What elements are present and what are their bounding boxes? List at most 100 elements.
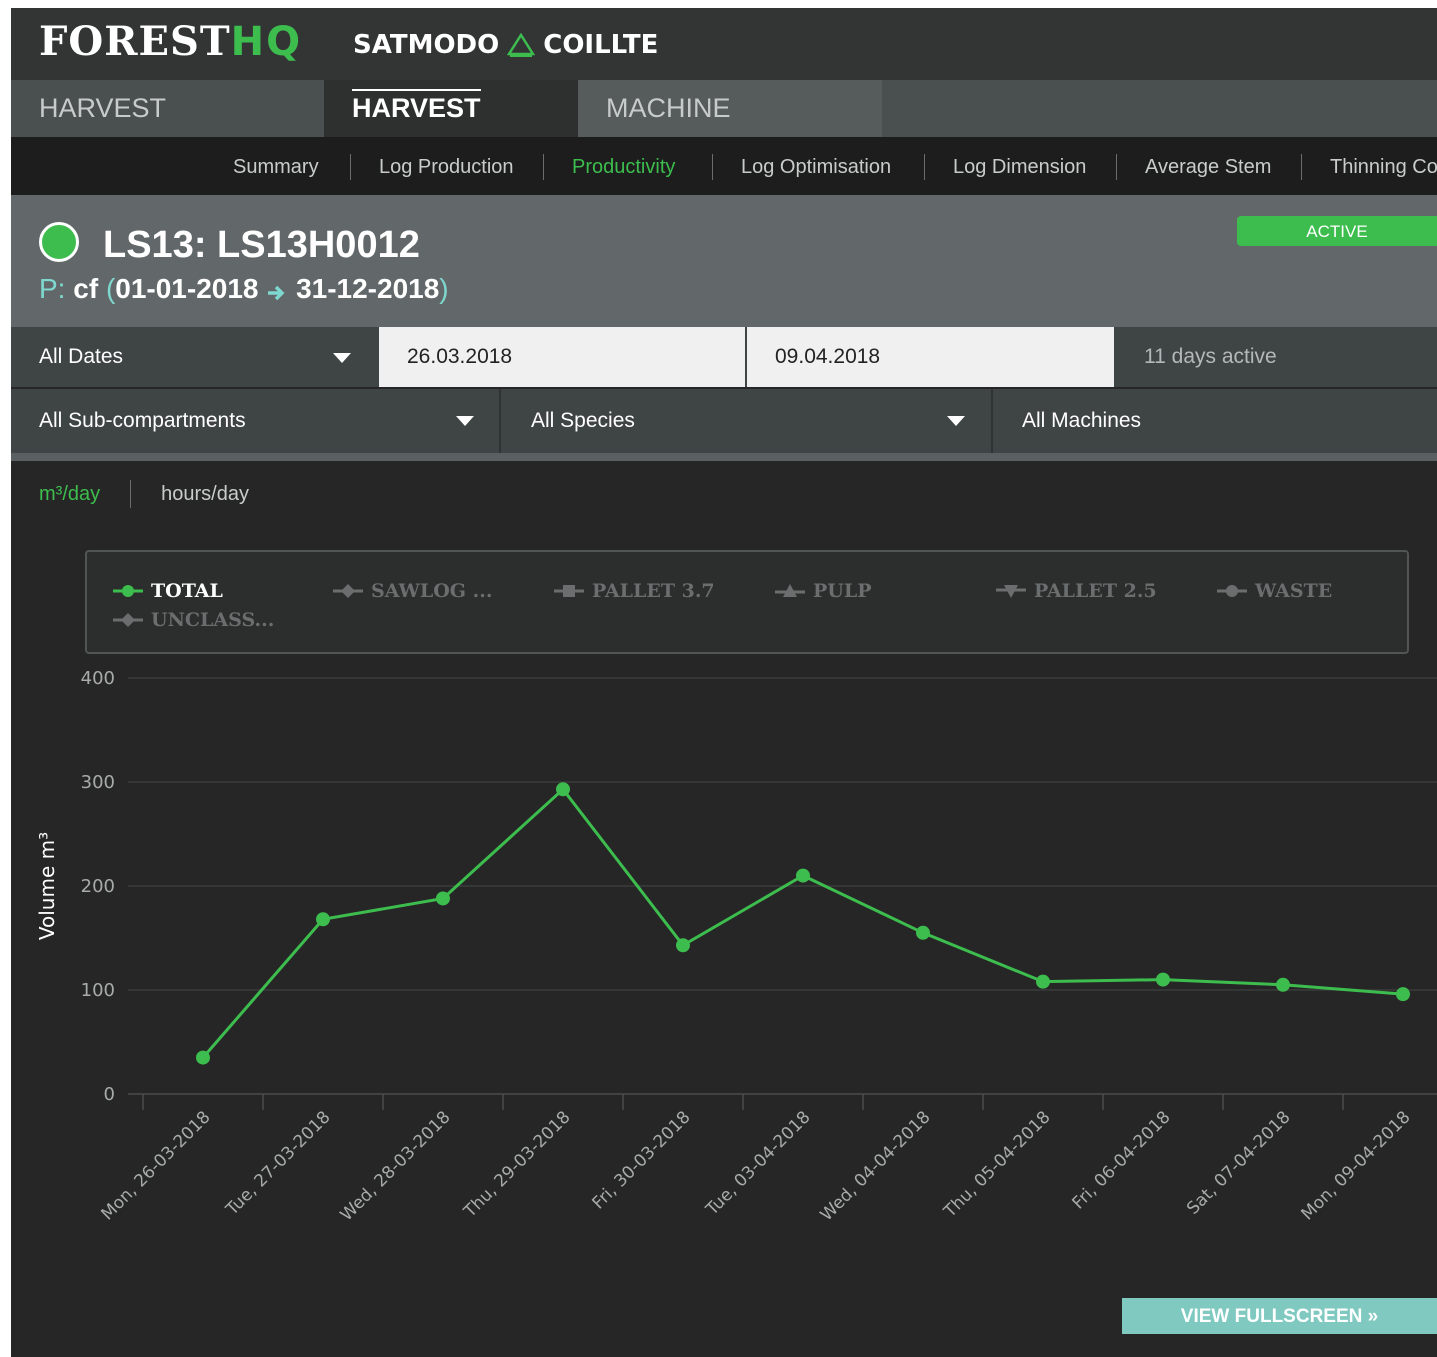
series-line — [201, 787, 1404, 1059]
coillte-brand: COILLTE — [543, 30, 659, 60]
legend-item-waste[interactable]: WASTE — [1217, 580, 1332, 602]
x-tick-label: Fri, 30-03-2018 — [589, 1107, 695, 1213]
sub-navigation: Summary Log Production Productivity Log … — [11, 137, 1437, 195]
foresthq-logo[interactable]: FORESTHQ — [39, 18, 302, 65]
legend-label: PALLET 3.7 — [592, 580, 715, 602]
x-tick-label: Thu, 29-03-2018 — [460, 1107, 575, 1222]
main-tabs: HARVEST SUMMARY HARVEST UNITS MACHINE AC… — [11, 80, 1437, 180]
data-point — [916, 925, 930, 940]
x-tick-label: Mon, 09-04-2018 — [1298, 1107, 1415, 1224]
subnav-separator — [712, 154, 713, 180]
subnav-log-dimension[interactable]: Log Dimension — [953, 137, 1086, 195]
x-tick-label: Wed, 28-03-2018 — [337, 1107, 455, 1225]
subnav-summary[interactable]: Summary — [233, 137, 319, 195]
data-point — [676, 938, 690, 953]
tab-harvest-summary[interactable]: HARVEST SUMMARY — [11, 80, 324, 180]
filter-divider — [11, 453, 1437, 461]
subnav-separator — [1116, 154, 1117, 180]
coillte-tree-icon — [507, 33, 536, 57]
dates-select[interactable]: All Dates — [11, 327, 378, 387]
subnav-average-stem[interactable]: Average Stem — [1145, 137, 1271, 195]
partner-brands: SATMODO COILLTE — [353, 30, 658, 60]
legend-label: WASTE — [1255, 580, 1333, 602]
subnav-productivity[interactable]: Productivity — [572, 137, 675, 195]
data-point — [796, 868, 810, 883]
circle-marker-icon — [1217, 585, 1247, 597]
period-close-paren: ) — [439, 273, 449, 304]
chart-legend: TOTAL SAWLOG ... PALLET 3.7 PULP PALLET … — [85, 550, 1409, 654]
x-tick-label: Thu, 05-04-2018 — [940, 1107, 1055, 1222]
subnav-log-production[interactable]: Log Production — [379, 137, 514, 195]
subnav-separator — [1301, 154, 1302, 180]
legend-item-sawlog[interactable]: SAWLOG ... — [333, 580, 492, 602]
triangle-up-marker-icon — [775, 584, 805, 597]
unit-period: P: cf (01-01-2018 31-12-2018) — [39, 273, 449, 305]
unit-title: LS13: LS13H0012 — [103, 224, 420, 266]
triangle-down-marker-icon — [996, 585, 1026, 598]
legend-label: TOTAL — [151, 580, 223, 602]
legend-item-pulp[interactable]: PULP — [775, 580, 872, 602]
date-from-field[interactable]: 26.03.2018 — [379, 327, 745, 387]
date-filter-row: All Dates 26.03.2018 09.04.2018 11 days … — [11, 327, 1437, 387]
y-tick-label: 200 — [81, 876, 115, 897]
chevron-down-icon — [947, 416, 965, 426]
toggle-separator — [130, 480, 132, 508]
subcompartments-select-value: All Sub-compartments — [39, 409, 246, 432]
square-marker-icon — [554, 585, 584, 597]
dates-select-value: All Dates — [39, 345, 124, 368]
diamond-marker-icon — [113, 613, 143, 627]
y-tick-label: 300 — [81, 772, 115, 793]
subnav-thinning[interactable]: Thinning Co — [1330, 137, 1437, 195]
period-start-date: 01-01-2018 — [115, 273, 259, 304]
legend-item-total[interactable]: TOTAL — [113, 580, 223, 602]
x-tick-label: Tue, 03-04-2018 — [702, 1107, 815, 1220]
top-bar: FORESTHQ SATMODO COILLTE — [11, 8, 1437, 80]
subnav-separator — [543, 154, 544, 180]
view-fullscreen-button[interactable]: VIEW FULLSCREEN » — [1122, 1298, 1437, 1334]
y-axis-title: Volume m³ — [35, 832, 59, 940]
unit-toggle: m³/day hours/day — [39, 480, 249, 508]
toggle-volume-per-day[interactable]: m³/day — [39, 483, 100, 506]
date-to-field[interactable]: 09.04.2018 — [747, 327, 1114, 387]
data-point — [316, 912, 330, 927]
chevron-down-icon — [333, 353, 351, 363]
x-tick-label: Mon, 26-03-2018 — [98, 1107, 215, 1224]
subnav-separator — [924, 154, 925, 180]
data-point — [1036, 974, 1050, 989]
tab-machine-activity[interactable]: MACHINE ACTIVITY — [578, 80, 882, 180]
status-badge: ACTIVE — [1237, 216, 1437, 246]
arrow-right-icon — [268, 285, 285, 301]
category-filter-row: All Sub-compartments All Species All Mac… — [11, 389, 1437, 453]
app-window: FORESTHQ SATMODO COILLTE HARVEST SUMMARY… — [11, 8, 1437, 1357]
period-open-paren: ( — [105, 273, 116, 304]
machines-select[interactable]: All Machines — [994, 389, 1437, 453]
y-tick-label: 100 — [81, 980, 115, 1001]
chevron-down-icon — [456, 416, 474, 426]
y-tick-label: 400 — [81, 668, 115, 689]
legend-label: SAWLOG ... — [371, 580, 493, 602]
satmodo-brand: SATMODO — [353, 30, 500, 60]
tab-harvest-units[interactable]: HARVEST UNITS — [324, 80, 578, 180]
legend-label: PALLET 2.5 — [1034, 580, 1157, 602]
data-point — [1156, 972, 1170, 987]
legend-item-unclassified[interactable]: UNCLASS... — [113, 609, 274, 631]
logo-forest-text: FOREST — [39, 18, 231, 65]
productivity-line-chart: 0 100 200 300 400 Volume m³ Mon, 26-03-2018 Tue… — [35, 668, 1437, 1225]
species-select-value: All Species — [531, 409, 635, 432]
machines-select-value: All Machines — [1022, 409, 1142, 432]
legend-item-pallet-3-7[interactable]: PALLET 3.7 — [554, 580, 715, 602]
subnav-log-optimisation[interactable]: Log Optimisation — [741, 137, 891, 195]
x-tick-label: Wed, 04-04-2018 — [817, 1107, 935, 1225]
period-end-date: 31-12-2018 — [296, 273, 440, 304]
y-tick-label: 0 — [104, 1084, 115, 1105]
subnav-separator — [350, 154, 351, 180]
subcompartments-select[interactable]: All Sub-compartments — [11, 389, 501, 453]
days-active-text: 11 days active — [1144, 345, 1277, 368]
circle-marker-icon — [113, 585, 143, 597]
legend-label: UNCLASS... — [151, 609, 275, 631]
legend-item-pallet-2-5[interactable]: PALLET 2.5 — [996, 580, 1157, 602]
x-tick-label: Sat, 07-04-2018 — [1183, 1107, 1294, 1218]
species-select[interactable]: All Species — [503, 389, 993, 453]
legend-label: PULP — [813, 580, 872, 602]
toggle-hours-per-day[interactable]: hours/day — [161, 483, 249, 506]
